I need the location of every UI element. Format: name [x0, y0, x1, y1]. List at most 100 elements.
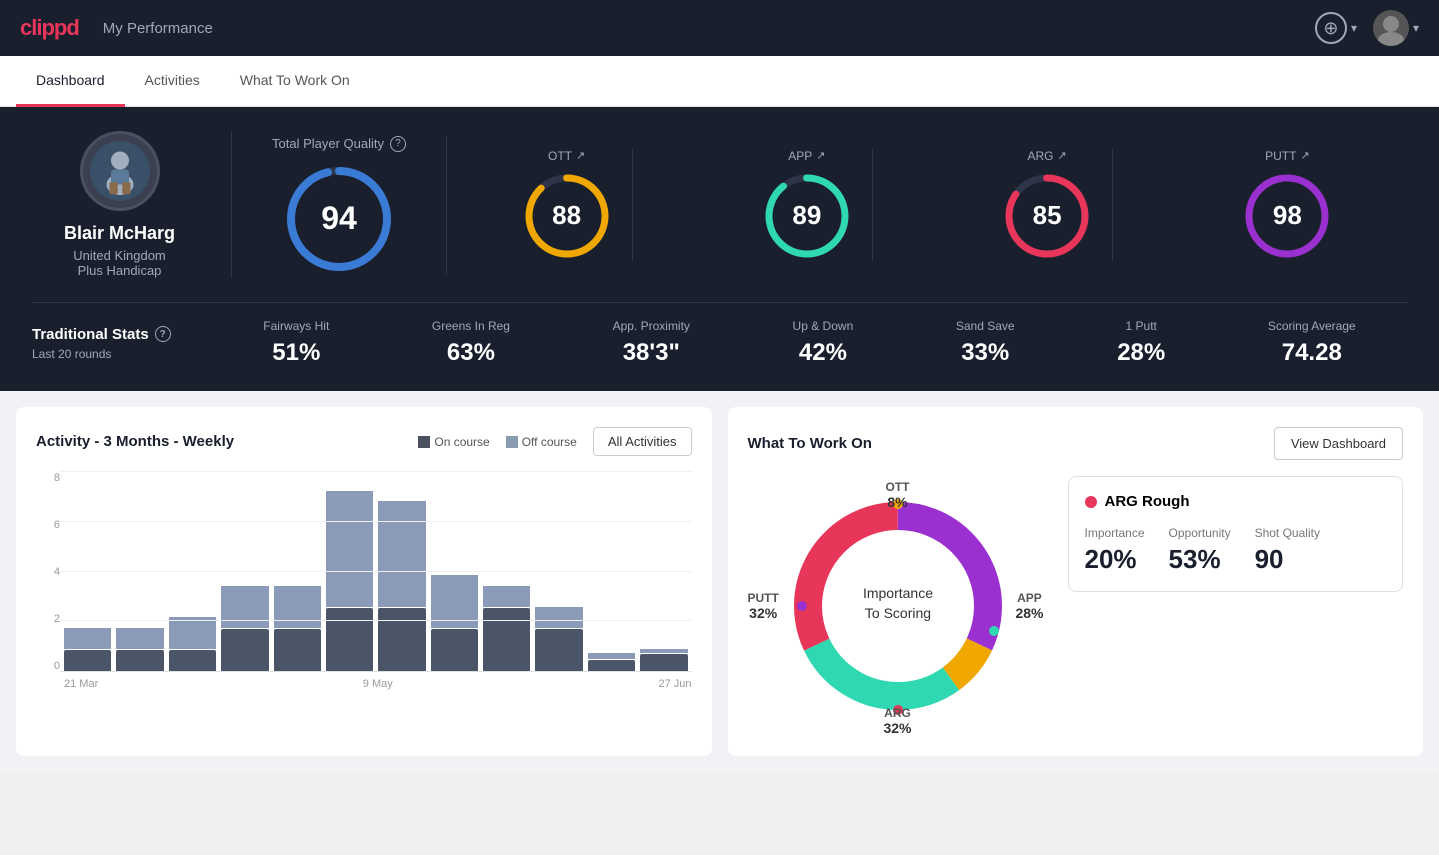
app-dot	[989, 626, 999, 636]
bar-group-7	[431, 472, 478, 671]
bar-off-course	[274, 586, 321, 628]
arg-arrow: ↗	[1058, 149, 1067, 162]
bar-off-course	[326, 491, 373, 607]
app-header: clippd My Performance ⊕ ▾ ▾	[0, 0, 1439, 56]
stat-updown: Up & Down 42%	[793, 319, 854, 367]
bar-off-course	[588, 653, 635, 659]
sub-score-arg: ARG ↗ 85	[982, 149, 1113, 261]
ott-circle: 88	[522, 171, 612, 261]
stat-greens: Greens In Reg 63%	[432, 319, 510, 367]
activity-panel-header: Activity - 3 Months - Weekly On course O…	[36, 427, 692, 456]
wtwo-panel-header: What To Work On View Dashboard	[748, 427, 1404, 460]
bar-group-8	[483, 472, 530, 671]
putt-circle: 98	[1242, 171, 1332, 261]
bar-on-course	[378, 608, 425, 671]
wtwo-panel: What To Work On View Dashboard	[728, 407, 1424, 756]
hero-top: Blair McHarg United Kingdom Plus Handica…	[32, 131, 1407, 278]
bar-off-course	[169, 617, 216, 649]
ott-arrow: ↗	[576, 149, 585, 162]
logo-area: clippd My Performance	[20, 15, 213, 41]
stat-fairways: Fairways Hit 51%	[263, 319, 329, 367]
wtwo-metrics: Importance 20% Opportunity 53% Shot Qual…	[1085, 526, 1387, 575]
ott-dot	[893, 499, 903, 509]
bar-on-course	[116, 650, 163, 671]
y-label-4: 4	[36, 566, 60, 578]
avatar[interactable]	[1373, 10, 1409, 46]
bar-group-4	[274, 472, 321, 671]
arg-circle: 85	[1002, 171, 1092, 261]
wtwo-content: Importance To Scoring OTT 8%	[748, 476, 1404, 736]
x-label-mar: 21 Mar	[64, 678, 273, 690]
add-dropdown-arrow[interactable]: ▾	[1351, 21, 1357, 35]
sub-score-putt: PUTT ↗ 98	[1222, 149, 1352, 261]
bar-off-course	[221, 586, 268, 628]
bar-off-course	[640, 649, 687, 653]
ott-score: 88	[552, 200, 581, 231]
trad-stats-label: Traditional Stats ? Last 20 rounds	[32, 326, 192, 361]
stat-1putt: 1 Putt 28%	[1117, 319, 1165, 367]
bar-on-course	[483, 608, 530, 671]
bar-group-11	[640, 472, 687, 671]
wtwo-metric-opportunity: Opportunity 53%	[1169, 526, 1231, 575]
logo: clippd	[20, 15, 79, 41]
legend-off-course: Off course	[506, 435, 577, 449]
chart-legend: On course Off course	[418, 435, 577, 449]
wtwo-card-dot	[1085, 496, 1097, 508]
donut-svg: Importance To Scoring	[768, 476, 1028, 736]
sub-score-app: APP ↗ 89	[742, 149, 873, 261]
bar-group-1	[116, 472, 163, 671]
wtwo-metric-shot-quality: Shot Quality 90	[1255, 526, 1320, 575]
bar-group-5	[326, 472, 373, 671]
bar-on-course	[64, 650, 111, 671]
stat-proximity: App. Proximity 38'3"	[613, 319, 690, 367]
wtwo-card-title: ARG Rough	[1085, 493, 1387, 510]
bar-on-course	[535, 629, 582, 671]
total-quality-help[interactable]: ?	[390, 136, 406, 152]
app-arrow: ↗	[816, 149, 825, 162]
player-country: United Kingdom	[73, 248, 166, 263]
tab-activities[interactable]: Activities	[125, 56, 220, 107]
avatar-dropdown-arrow[interactable]: ▾	[1413, 21, 1419, 35]
bar-group-10	[588, 472, 635, 671]
add-button[interactable]: ⊕	[1315, 12, 1347, 44]
stat-items: Fairways Hit 51% Greens In Reg 63% App. …	[212, 319, 1407, 367]
legend-on-course-dot	[418, 436, 430, 448]
arg-dot	[893, 705, 903, 715]
wtwo-detail: ARG Rough Importance 20% Opportunity 53%…	[1068, 476, 1404, 736]
bottom-panels: Activity - 3 Months - Weekly On course O…	[0, 391, 1439, 772]
player-name: Blair McHarg	[64, 223, 175, 244]
wtwo-title: What To Work On	[748, 435, 872, 452]
total-quality-label: Total Player Quality ?	[272, 136, 406, 152]
activity-panel: Activity - 3 Months - Weekly On course O…	[16, 407, 712, 756]
wtwo-metric-importance: Importance 20%	[1085, 526, 1145, 575]
bar-on-course	[640, 654, 687, 671]
stat-scoring: Scoring Average 74.28	[1268, 319, 1356, 367]
trad-stats-title: Traditional Stats ?	[32, 326, 192, 343]
traditional-stats: Traditional Stats ? Last 20 rounds Fairw…	[32, 302, 1407, 367]
total-quality-score: 94	[321, 200, 357, 237]
putt-dot	[797, 601, 807, 611]
activity-bar-chart: 0 2 4 6 8 21 Mar	[36, 472, 692, 692]
app-score: 89	[792, 200, 821, 231]
total-quality: Total Player Quality ? 94	[232, 136, 447, 274]
trad-stats-help[interactable]: ?	[155, 326, 171, 342]
x-label-jun: 27 Jun	[482, 678, 691, 690]
view-dashboard-button[interactable]: View Dashboard	[1274, 427, 1403, 460]
bar-group-6	[378, 472, 425, 671]
legend-on-course: On course	[418, 435, 489, 449]
tab-dashboard[interactable]: Dashboard	[16, 56, 125, 107]
bar-group-3	[221, 472, 268, 671]
stat-sandsave: Sand Save 33%	[956, 319, 1015, 367]
quality-scores: Total Player Quality ? 94 OTT	[232, 136, 1407, 274]
bar-group-0	[64, 472, 111, 671]
sub-scores: OTT ↗ 88 APP ↗	[447, 149, 1407, 261]
player-info: Blair McHarg United Kingdom Plus Handica…	[32, 131, 232, 278]
y-label-0: 0	[36, 660, 60, 672]
app-circle: 89	[762, 171, 852, 261]
bar-off-course	[116, 628, 163, 649]
all-activities-button[interactable]: All Activities	[593, 427, 692, 456]
bar-on-course	[274, 629, 321, 671]
bar-off-course	[535, 607, 582, 628]
donut-center-line1: Importance	[862, 585, 932, 601]
tab-what-to-work-on[interactable]: What To Work On	[220, 56, 370, 107]
